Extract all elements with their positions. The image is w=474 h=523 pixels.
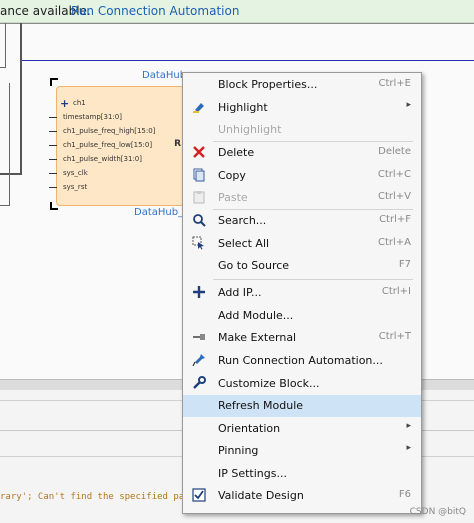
- pin: [49, 131, 57, 132]
- menu-item-validate-design[interactable]: Validate Design F6: [183, 485, 421, 507]
- menu-item-make-external[interactable]: Make External Ctrl+T: [183, 327, 421, 349]
- pin: [49, 145, 57, 146]
- datahub-ip-block[interactable]: + ch1 timestamp[31:0] ch1_pulse_freq_hig…: [49, 86, 188, 206]
- menu-item-add-ip[interactable]: Add IP... Ctrl+I: [183, 282, 421, 304]
- menu-item-copy[interactable]: Copy Ctrl+C: [183, 165, 421, 187]
- connection-automation-icon: [191, 353, 207, 369]
- pin: [49, 187, 57, 188]
- pin: [49, 117, 57, 118]
- wire: [20, 23, 22, 175]
- menu-item-block-properties[interactable]: Block Properties... Ctrl+E: [183, 74, 421, 96]
- block-name-bottom: DataHub_: [134, 207, 184, 218]
- context-menu: Block Properties... Ctrl+E Highlight ▸ U…: [182, 72, 422, 514]
- pin: [49, 173, 57, 174]
- menu-separator: [213, 279, 413, 280]
- wire: [0, 67, 6, 68]
- wire: [5, 23, 6, 68]
- menu-item-select-all[interactable]: Select All Ctrl+A: [183, 233, 421, 255]
- port-ch1-pulse-width[interactable]: ch1_pulse_width[31:0]: [63, 155, 142, 163]
- menu-item-run-connection-automation[interactable]: Run Connection Automation...: [183, 350, 421, 372]
- selection-handle: [50, 78, 58, 86]
- wire: [22, 60, 474, 61]
- copy-icon: [191, 168, 207, 184]
- pin: [49, 159, 57, 160]
- run-connection-automation-link[interactable]: Run Connection Automation: [71, 0, 239, 22]
- menu-item-paste[interactable]: Paste Ctrl+V: [183, 187, 421, 209]
- make-external-icon: [191, 330, 207, 346]
- menu-item-ip-settings[interactable]: IP Settings...: [183, 463, 421, 485]
- port-ch1-pulse-freq-high[interactable]: ch1_pulse_freq_high[15:0]: [63, 127, 155, 135]
- select-all-icon: [191, 236, 207, 252]
- paste-icon: [191, 190, 207, 206]
- menu-item-orientation[interactable]: Orientation ▸: [183, 418, 421, 440]
- menu-item-search[interactable]: Search... Ctrl+F: [183, 210, 421, 232]
- wrench-icon: [191, 376, 207, 392]
- menu-item-delete[interactable]: Delete Delete: [183, 142, 421, 164]
- menu-item-go-to-source[interactable]: Go to Source F7: [183, 255, 421, 277]
- menu-item-add-module[interactable]: Add Module...: [183, 305, 421, 327]
- menu-item-unhighlight[interactable]: Unhighlight: [183, 119, 421, 141]
- wire: [0, 173, 22, 175]
- validate-icon: [191, 488, 207, 504]
- port-ch1[interactable]: ch1: [73, 99, 86, 107]
- port-ch1-pulse-freq-low[interactable]: ch1_pulse_freq_low[15:0]: [63, 141, 152, 149]
- menu-item-customize-block[interactable]: Customize Block...: [183, 373, 421, 395]
- wire: [0, 23, 474, 24]
- console-message: rary'; Can't find the specified path: [0, 492, 196, 502]
- highlight-icon: [191, 100, 207, 116]
- delete-icon: [191, 145, 207, 161]
- menu-item-refresh-module[interactable]: Refresh Module: [183, 395, 421, 417]
- wire: [0, 205, 10, 206]
- submenu-arrow-icon: ▸: [406, 443, 411, 453]
- port-sys-rst[interactable]: sys_rst: [63, 183, 87, 191]
- wire: [9, 83, 10, 205]
- port-sys-clk[interactable]: sys_clk: [63, 169, 88, 177]
- search-icon: [191, 213, 207, 229]
- port-timestamp[interactable]: timestamp[31:0]: [63, 113, 122, 121]
- info-banner: ance available. Run Connection Automatio…: [0, 0, 474, 23]
- watermark: CSDN @bitQ: [409, 507, 466, 517]
- submenu-arrow-icon: ▸: [406, 100, 411, 110]
- submenu-arrow-icon: ▸: [406, 421, 411, 431]
- menu-item-highlight[interactable]: Highlight ▸: [183, 97, 421, 119]
- add-icon: [191, 285, 207, 301]
- rtl-badge: R: [174, 139, 181, 149]
- menu-item-pinning[interactable]: Pinning ▸: [183, 440, 421, 462]
- expand-icon[interactable]: +: [60, 97, 69, 110]
- selection-handle: [50, 202, 58, 210]
